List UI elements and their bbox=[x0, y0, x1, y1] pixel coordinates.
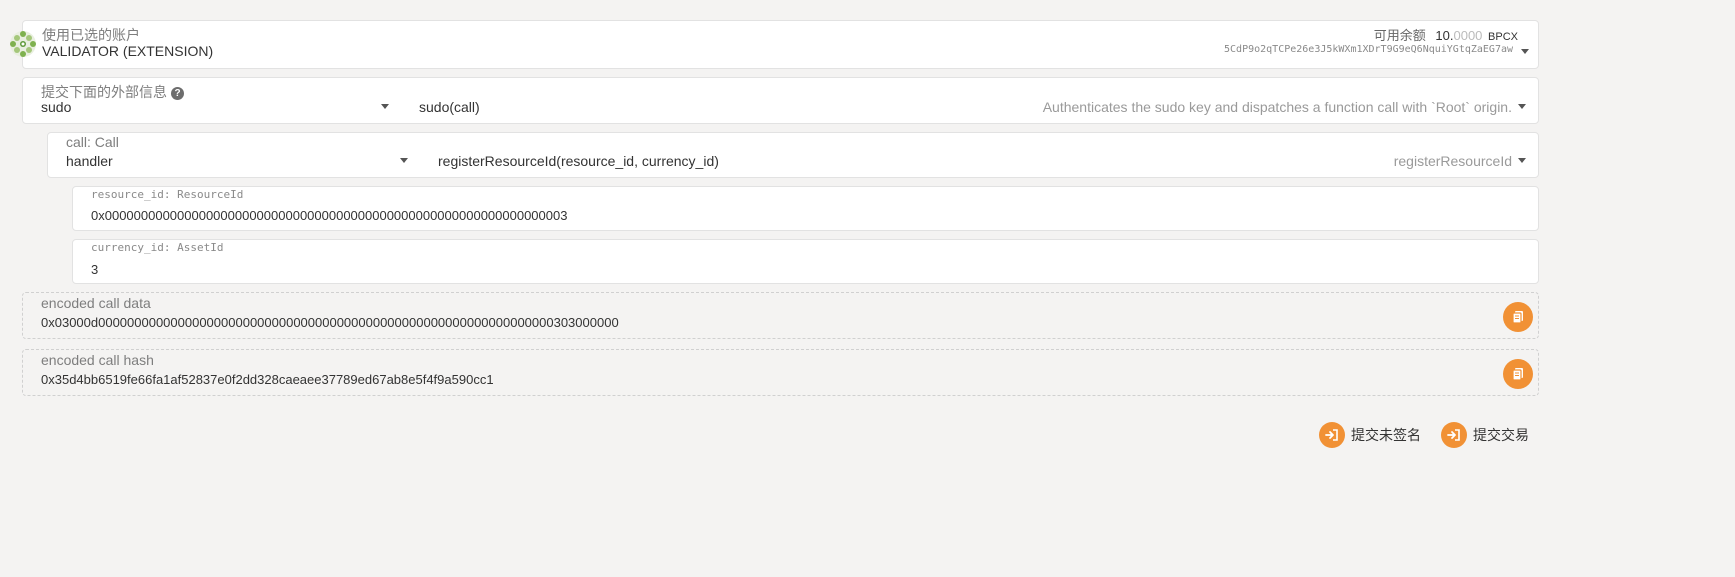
encoded-hash-label: encoded call hash bbox=[41, 352, 154, 368]
encoded-data-label: encoded call data bbox=[41, 295, 151, 311]
call-section-select[interactable]: handler bbox=[66, 153, 113, 169]
sign-in-icon bbox=[1319, 422, 1345, 448]
help-icon[interactable]: ? bbox=[171, 87, 184, 100]
call-method-select[interactable]: registerResourceId(resource_id, currency… bbox=[438, 153, 719, 169]
call-section-caret-icon[interactable] bbox=[400, 158, 408, 163]
balance-int: 10. bbox=[1435, 28, 1454, 43]
method-caret-icon[interactable] bbox=[1518, 104, 1526, 109]
call-description: registerResourceId bbox=[1393, 153, 1512, 169]
balance-unit: BPCX bbox=[1488, 31, 1518, 43]
sign-and-submit-button[interactable]: 提交交易 bbox=[1441, 420, 1529, 450]
encoded-hash-value: 0x35d4bb6519fe66fa1af52837e0f2dd328caeae… bbox=[41, 372, 494, 387]
resource-id-label: resource_id: ResourceId bbox=[91, 188, 244, 201]
account-caret-icon[interactable] bbox=[1521, 49, 1529, 54]
extrinsic-description: Authenticates the sudo key and dispatche… bbox=[1042, 99, 1512, 115]
copy-icon bbox=[1512, 368, 1523, 381]
call-selector[interactable] bbox=[47, 132, 1539, 178]
sign-and-submit-label: 提交交易 bbox=[1473, 427, 1529, 443]
resource-id-input[interactable]: 0x00000000000000000000000000000000000000… bbox=[91, 208, 567, 223]
account-address: 5CdP9o2qTCPe26e3J5kWXm1XDrT9G9eQ6NquiYGt… bbox=[1224, 44, 1513, 55]
submit-unsigned-button[interactable]: 提交未签名 bbox=[1319, 420, 1421, 450]
currency-id-field[interactable] bbox=[72, 239, 1539, 284]
call-label: call: Call bbox=[66, 134, 119, 150]
extrinsic-section-select[interactable]: sudo bbox=[41, 99, 71, 115]
encoded-data-value: 0x03000d00000000000000000000000000000000… bbox=[41, 315, 619, 330]
currency-id-input[interactable]: 3 bbox=[91, 262, 98, 277]
copy-icon bbox=[1512, 311, 1523, 324]
sign-in-icon bbox=[1441, 422, 1467, 448]
section-caret-icon[interactable] bbox=[381, 104, 389, 109]
account-avatar bbox=[9, 30, 37, 58]
copy-data-button[interactable] bbox=[1503, 302, 1533, 332]
copy-hash-button[interactable] bbox=[1503, 359, 1533, 389]
balance-label: 可用余额 bbox=[1373, 28, 1426, 43]
balance-dec: 0000 bbox=[1453, 28, 1483, 43]
account-name: VALIDATOR (EXTENSION) bbox=[42, 43, 214, 59]
account-label: 使用已选的账户 bbox=[42, 27, 140, 43]
submit-unsigned-label: 提交未签名 bbox=[1351, 427, 1421, 443]
balance-display: 可用余额 10.0000 BPCX bbox=[1374, 25, 1518, 44]
currency-id-label: currency_id: AssetId bbox=[91, 241, 224, 254]
call-method-caret-icon[interactable] bbox=[1518, 158, 1526, 163]
extrinsic-method-select[interactable]: sudo(call) bbox=[419, 99, 480, 115]
